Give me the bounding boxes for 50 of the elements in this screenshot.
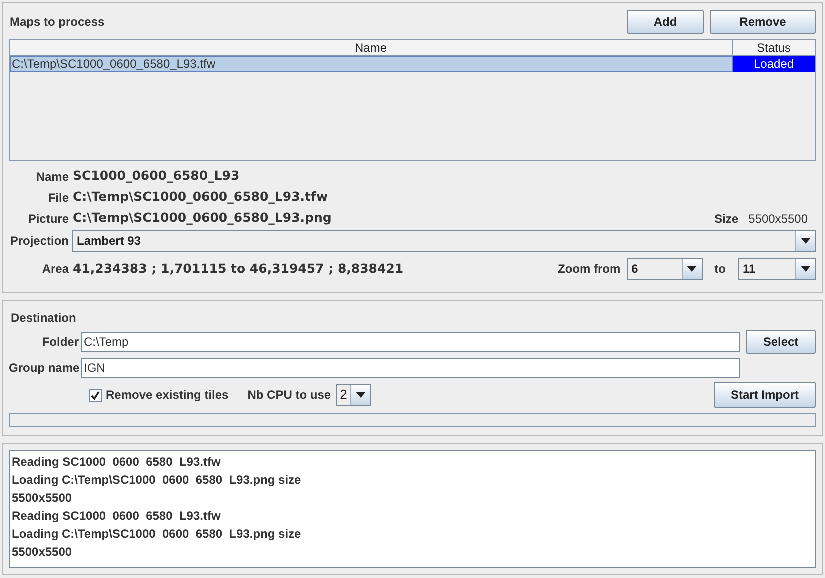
cpu-dropdown[interactable]: 2	[336, 384, 372, 406]
projection-dropdown[interactable]: Lambert 93	[72, 230, 816, 252]
log-line: 5500x5500	[12, 544, 74, 561]
field-label: Folder	[41, 334, 79, 351]
area-value: 41,234383 ; 1,701115 to 46,319457 ; 8,838421	[73, 260, 405, 278]
table-cell: C:\Temp\SC1000_0600_6580_L93.tfw	[10, 56, 733, 72]
combo-value: 11	[742, 261, 757, 278]
field-label: Area	[41, 261, 69, 278]
caret-icon	[800, 266, 810, 272]
log-line: Loading C:\Temp\SC1000_0600_6580_L93.png size	[12, 526, 302, 543]
caret-icon	[356, 392, 366, 398]
log-line: Reading SC1000_0600_6580_L93.tfw	[12, 454, 222, 471]
zoom-to-dropdown[interactable]: 11	[738, 258, 816, 280]
log-line: Loading C:\Temp\SC1000_0600_6580_L93.png size	[12, 472, 302, 489]
field-label: Projection	[9, 233, 69, 250]
combo-value: 2	[339, 386, 348, 404]
detail-value: C:\Temp\SC1000_0600_6580_L93.png	[73, 209, 333, 228]
field-label: Nb CPU to use	[248, 387, 332, 404]
table-row[interactable]: C:\Temp\SC1000_0600_6580_L93.tfw Loaded	[10, 56, 815, 72]
panel-title: Maps to process	[10, 14, 106, 31]
field-label: Remove existing tiles	[106, 387, 229, 404]
panel-title: Destination	[11, 310, 78, 327]
check-icon	[91, 390, 100, 400]
group-name-field[interactable]: IGN	[81, 358, 740, 378]
start-import-button[interactable]: Start Import	[714, 382, 816, 408]
zoom-from-dropdown[interactable]: 6	[626, 258, 703, 280]
remove-button[interactable]: Remove	[710, 10, 816, 34]
field-label: Picture	[27, 210, 69, 228]
caret-icon	[800, 238, 810, 244]
log-line: 5500x5500	[12, 490, 74, 507]
column-header[interactable]: Name	[10, 40, 733, 56]
combo-value: Lambert 93	[76, 233, 142, 250]
field-label: Zoom from	[558, 261, 621, 278]
field-label: Name	[35, 168, 69, 186]
field-label: Size	[714, 210, 739, 228]
add-button[interactable]: Add	[627, 10, 704, 34]
folder-field[interactable]: C:\Temp	[81, 332, 740, 352]
field-label: File	[47, 190, 69, 206]
detail-value: SC1000_0600_6580_L93	[73, 167, 241, 186]
status-cell: Loaded	[733, 56, 815, 72]
select-button[interactable]: Select	[746, 330, 816, 354]
size-value: 5500x5500	[748, 210, 808, 228]
detail-value: C:\Temp\SC1000_0600_6580_L93.tfw	[73, 188, 329, 206]
field-label: to	[714, 261, 726, 278]
column-header[interactable]: Status	[733, 40, 815, 56]
combo-value: 6	[630, 261, 640, 278]
field-label: Group name	[9, 360, 79, 377]
log-line: Reading SC1000_0600_6580_L93.tfw	[12, 508, 222, 525]
caret-icon	[687, 266, 698, 272]
checkbox[interactable]	[89, 388, 102, 402]
